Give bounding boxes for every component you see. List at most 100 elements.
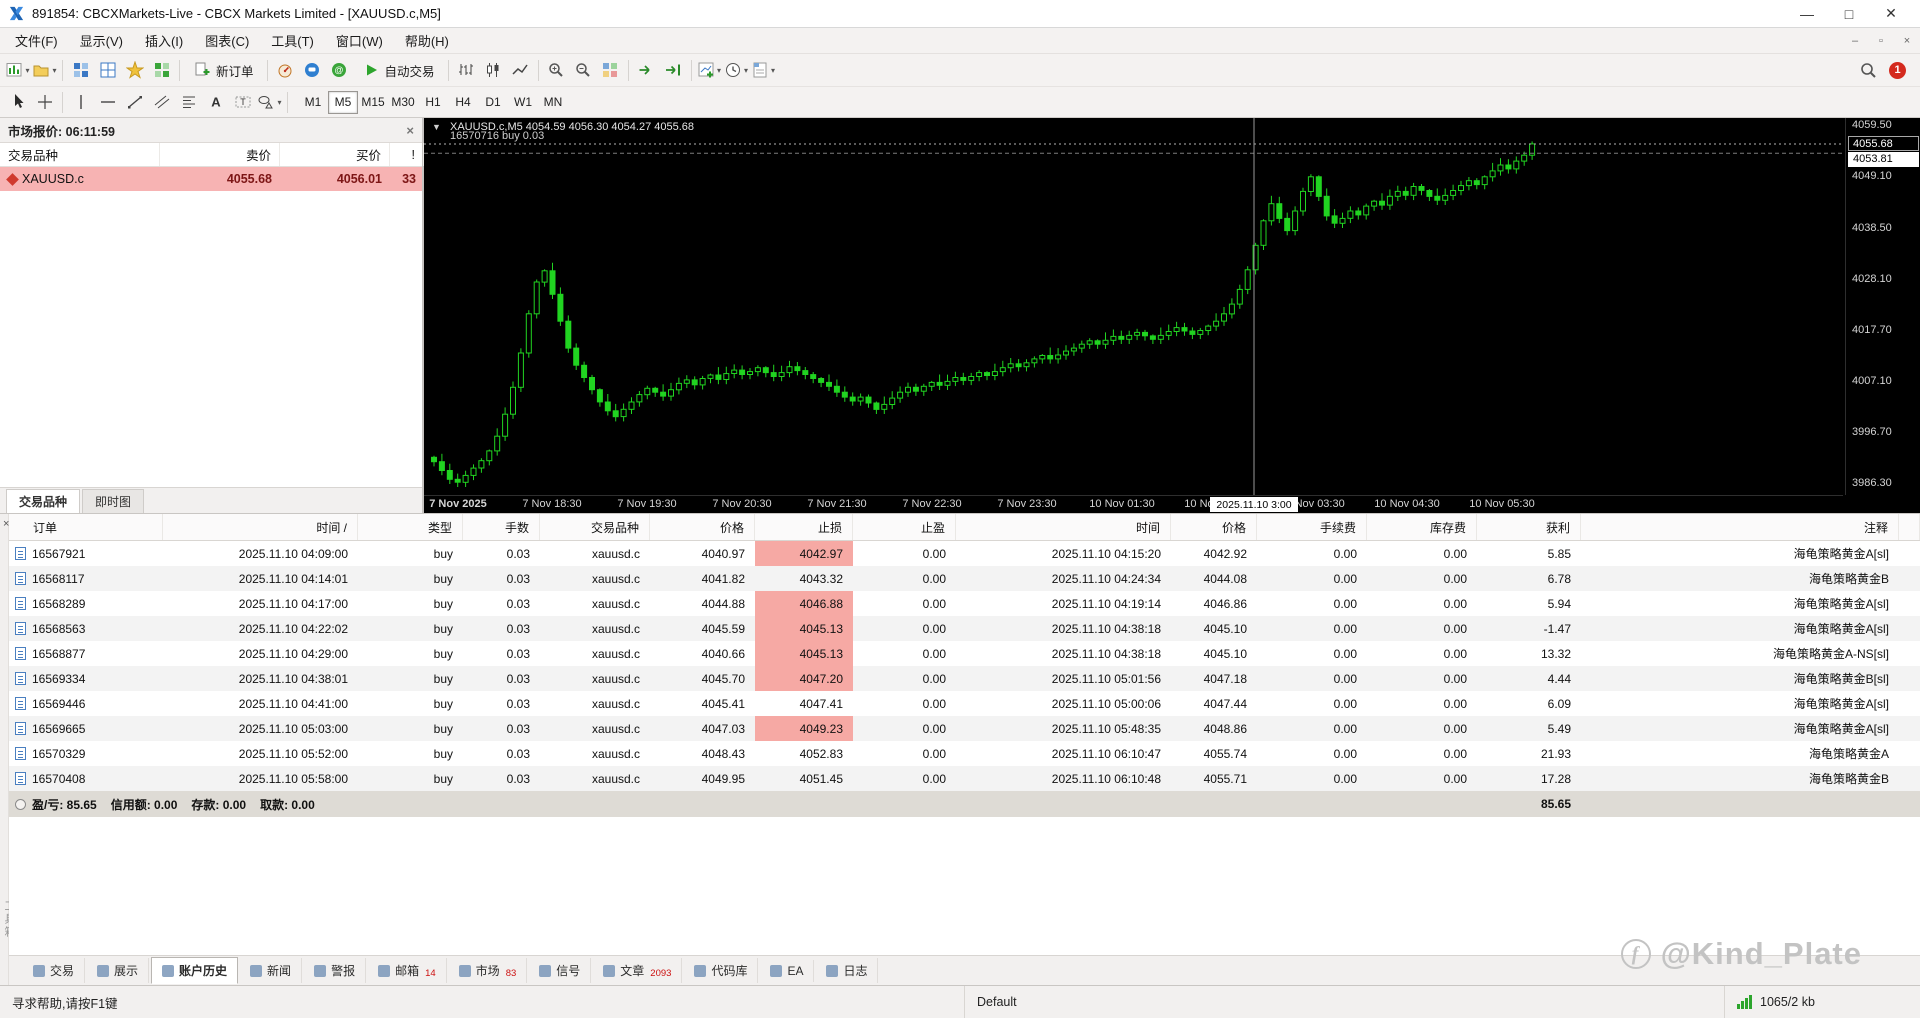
timeframe-h4[interactable]: H4: [448, 91, 478, 114]
table-row[interactable]: 16568563 2025.11.10 04:22:02 buy 0.03 xauusd…: [9, 616, 1920, 641]
column-symbol[interactable]: 交易品种: [0, 143, 160, 166]
tab-news[interactable]: 新闻: [240, 958, 303, 983]
notification-badge[interactable]: 1: [1889, 61, 1906, 79]
bars-chart-button[interactable]: [453, 58, 480, 83]
column-header-order[interactable]: 订单: [9, 514, 163, 540]
chat-button[interactable]: [299, 58, 326, 83]
table-row[interactable]: 16570329 2025.11.10 05:52:00 buy 0.03 xauusd…: [9, 741, 1920, 766]
column-header-type[interactable]: 类型: [358, 514, 463, 540]
channel-button[interactable]: [148, 90, 175, 115]
menu-view[interactable]: 显示(V): [69, 27, 134, 54]
timeframe-m30[interactable]: M30: [388, 91, 418, 114]
tab-alerts[interactable]: 警报: [304, 958, 367, 983]
zoom-out-button[interactable]: [570, 58, 597, 83]
dropdown-caret-icon[interactable]: ▾: [744, 66, 748, 75]
navigator-button[interactable]: [121, 58, 148, 83]
window-minimize-button[interactable]: —: [1786, 1, 1828, 27]
tab-history[interactable]: 账户历史: [151, 957, 239, 984]
chart-window[interactable]: ▼ XAUUSD.c,M5 4054.59 4056.30 4054.27 40…: [424, 118, 1920, 513]
timeframe-d1[interactable]: D1: [478, 91, 508, 114]
tab-codebase[interactable]: 代码库: [684, 958, 759, 983]
text-label-button[interactable]: T: [229, 90, 256, 115]
dropdown-caret-icon[interactable]: ▾: [25, 66, 29, 75]
menu-help[interactable]: 帮助(H): [394, 27, 460, 54]
column-header-close-price[interactable]: 价格: [1171, 514, 1257, 540]
table-row[interactable]: 16568289 2025.11.10 04:17:00 buy 0.03 xauusd…: [9, 591, 1920, 616]
tab-symbols[interactable]: 交易品种: [6, 489, 81, 513]
trendline-button[interactable]: [121, 90, 148, 115]
data-window-button[interactable]: [94, 58, 121, 83]
vertical-line-button[interactable]: [67, 90, 94, 115]
table-row[interactable]: 16567921 2025.11.10 04:09:00 buy 0.03 xauusd…: [9, 541, 1920, 566]
toolbox-button[interactable]: [148, 58, 175, 83]
menu-file[interactable]: 文件(F): [4, 27, 69, 54]
tab-experts[interactable]: EA: [760, 959, 815, 982]
table-row[interactable]: 16569665 2025.11.10 05:03:00 buy 0.03 xauusd…: [9, 716, 1920, 741]
tab-trade[interactable]: 交易: [23, 958, 86, 983]
timeframe-mn[interactable]: MN: [538, 91, 568, 114]
tab-journal[interactable]: 日志: [816, 958, 879, 983]
timeframe-h1[interactable]: H1: [418, 91, 448, 114]
tab-mailbox[interactable]: 邮箱 14: [368, 958, 447, 983]
autotrading-button[interactable]: 自动交易: [353, 58, 444, 83]
strategy-tester-button[interactable]: [272, 58, 299, 83]
column-header-tp[interactable]: 止盈: [853, 514, 956, 540]
candlestick-plot[interactable]: [424, 118, 1843, 495]
new-order-button[interactable]: 新订单: [184, 58, 263, 83]
market-watch-row[interactable]: XAUUSD.c 4055.68 4056.01 33: [0, 167, 422, 191]
tab-articles[interactable]: 文章 2093: [593, 958, 683, 983]
table-row[interactable]: 16569334 2025.11.10 04:38:01 buy 0.03 xauusd…: [9, 666, 1920, 691]
chart-minimize-button[interactable]: –: [1842, 31, 1868, 51]
dropdown-caret-icon[interactable]: ▾: [717, 66, 721, 75]
table-row[interactable]: 16568117 2025.11.10 04:14:01 buy 0.03 xauusd…: [9, 566, 1920, 591]
auto-scroll-button[interactable]: [633, 58, 660, 83]
menu-insert[interactable]: 插入(I): [134, 27, 194, 54]
table-row[interactable]: 16569446 2025.11.10 04:41:00 buy 0.03 xauusd…: [9, 691, 1920, 716]
column-header-comment[interactable]: 注释: [1581, 514, 1899, 540]
dropdown-caret-icon[interactable]: ▾: [277, 98, 281, 107]
templates-button[interactable]: ▾: [750, 58, 777, 83]
dropdown-caret-icon[interactable]: ▾: [771, 66, 775, 75]
window-maximize-button[interactable]: □: [1828, 1, 1870, 27]
profiles-button[interactable]: ▾: [31, 58, 58, 83]
column-header-profit[interactable]: 获利: [1477, 514, 1581, 540]
window-close-button[interactable]: ✕: [1870, 1, 1912, 27]
periods-button[interactable]: ▾: [723, 58, 750, 83]
column-header-open-time[interactable]: 时间 /: [163, 514, 358, 540]
zoom-in-button[interactable]: [543, 58, 570, 83]
menu-window[interactable]: 窗口(W): [325, 27, 394, 54]
column-header-volume[interactable]: 手数: [463, 514, 540, 540]
fibonacci-button[interactable]: [175, 90, 202, 115]
market-watch-button[interactable]: [67, 58, 94, 83]
timeframe-w1[interactable]: W1: [508, 91, 538, 114]
search-button[interactable]: [1854, 58, 1881, 83]
price-scale[interactable]: 4055.68 4053.81 4059.50 4049.10 4038.50 402…: [1845, 118, 1920, 495]
market-watch-close-icon[interactable]: ×: [406, 123, 414, 138]
timeframe-m5[interactable]: M5: [328, 90, 358, 114]
shapes-button[interactable]: ▾: [256, 90, 283, 115]
horizontal-line-button[interactable]: [94, 90, 121, 115]
indicators-button[interactable]: ▾: [696, 58, 723, 83]
chart-shift-button[interactable]: [660, 58, 687, 83]
column-ask[interactable]: 买价: [280, 143, 390, 166]
status-profile[interactable]: Default: [965, 986, 1725, 1018]
timeframe-m1[interactable]: M1: [298, 91, 328, 114]
crosshair-button[interactable]: [31, 90, 58, 115]
dropdown-caret-icon[interactable]: ▾: [52, 66, 56, 75]
tab-signals[interactable]: 信号: [529, 958, 592, 983]
column-header-swap[interactable]: 库存费: [1367, 514, 1477, 540]
menu-charts[interactable]: 图表(C): [194, 27, 260, 54]
line-chart-button[interactable]: [507, 58, 534, 83]
tab-tick-chart[interactable]: 即时图: [82, 489, 145, 513]
menu-tools[interactable]: 工具(T): [260, 27, 325, 54]
tab-market[interactable]: 市场 83: [449, 958, 528, 983]
column-header-price[interactable]: 价格: [650, 514, 755, 540]
column-header-sl[interactable]: 止损: [755, 514, 853, 540]
column-header-close-time[interactable]: 时间: [956, 514, 1171, 540]
column-spread[interactable]: !: [390, 143, 424, 166]
time-axis[interactable]: 2025.11.10 3:00 7 Nov 2025 7 Nov 18:30 7 N…: [424, 495, 1843, 513]
chart-close-button[interactable]: ×: [1894, 31, 1920, 51]
column-header-commission[interactable]: 手续费: [1257, 514, 1367, 540]
text-button[interactable]: A: [202, 90, 229, 115]
timeframe-m15[interactable]: M15: [358, 91, 388, 114]
